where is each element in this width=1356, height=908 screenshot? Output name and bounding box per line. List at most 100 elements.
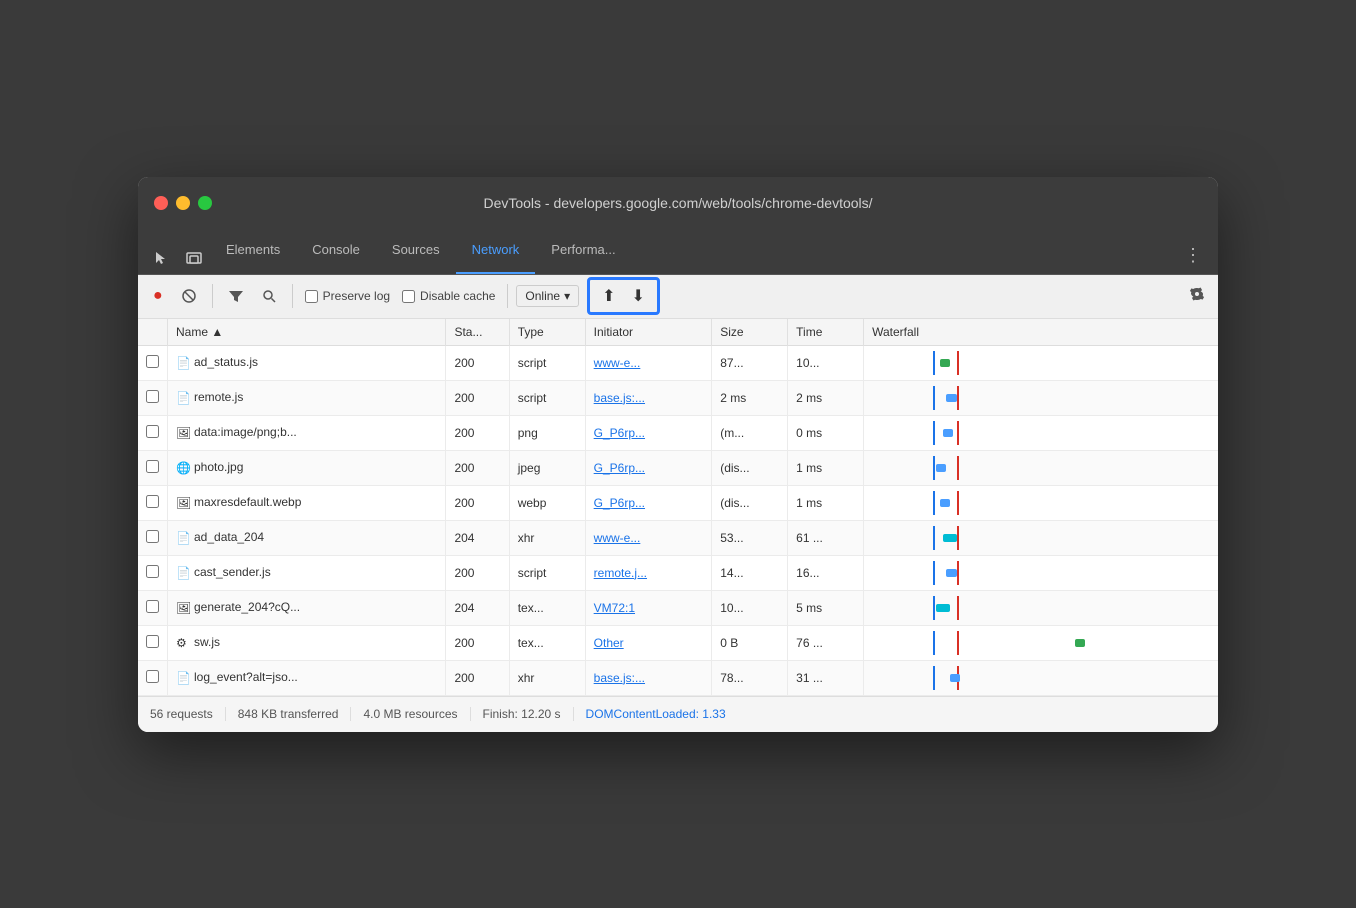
initiator-link[interactable]: G_P6rp... [594,461,645,475]
row-initiator[interactable]: www-e... [585,345,712,380]
network-toolbar: ● Preserve log Disable cache [138,275,1218,319]
table-row[interactable]: 🖼generate_204?cQ... 204 tex... VM72:1 10… [138,590,1218,625]
traffic-lights [154,196,212,210]
initiator-link[interactable]: www-e... [594,356,641,370]
maximize-button[interactable] [198,196,212,210]
table-row[interactable]: 🌐photo.jpg 200 jpeg G_P6rp... (dis... 1 … [138,450,1218,485]
row-initiator[interactable]: VM72:1 [585,590,712,625]
col-header-waterfall[interactable]: Waterfall [864,319,1218,346]
row-waterfall [864,345,1218,380]
online-dropdown[interactable]: Online ▾ [516,285,579,307]
col-header-initiator[interactable]: Initiator [585,319,712,346]
row-checkbox[interactable] [138,345,168,380]
initiator-link[interactable]: VM72:1 [594,601,635,615]
initiator-link[interactable]: G_P6rp... [594,496,645,510]
waterfall-red-line [957,351,959,375]
tab-performance[interactable]: Performa... [535,228,631,274]
initiator-link[interactable]: base.js:... [594,391,645,405]
initiator-link[interactable]: remote.j... [594,566,647,580]
waterfall-red-line [957,526,959,550]
row-checkbox[interactable] [138,415,168,450]
row-waterfall [864,660,1218,695]
table-row[interactable]: ⚙sw.js 200 tex... Other 0 B 76 ... [138,625,1218,660]
table-row[interactable]: 🖼data:image/png;b... 200 png G_P6rp... (… [138,415,1218,450]
row-checkbox[interactable] [138,520,168,555]
table-row[interactable]: 📄log_event?alt=jso... 200 xhr base.js:..… [138,660,1218,695]
initiator-link[interactable]: base.js:... [594,671,645,685]
cursor-icon-btn[interactable] [146,242,178,274]
minimize-button[interactable] [176,196,190,210]
waterfall-bar-container [872,386,1210,410]
row-checkbox[interactable] [138,450,168,485]
settings-button[interactable] [1184,281,1210,312]
close-button[interactable] [154,196,168,210]
initiator-link[interactable]: www-e... [594,531,641,545]
row-status: 204 [446,590,509,625]
initiator-link[interactable]: G_P6rp... [594,426,645,440]
preserve-log-checkbox[interactable]: Preserve log [305,289,390,303]
row-status: 200 [446,625,509,660]
table-row[interactable]: 🖼maxresdefault.webp 200 webp G_P6rp... (… [138,485,1218,520]
row-initiator[interactable]: Other [585,625,712,660]
row-name: 🖼data:image/png;b... [168,415,446,450]
row-initiator[interactable]: base.js:... [585,380,712,415]
responsive-icon-btn[interactable] [178,242,210,274]
col-header-status[interactable]: Sta... [446,319,509,346]
col-header-size[interactable]: Size [712,319,788,346]
resources-size: 4.0 MB resources [351,707,470,721]
table-row[interactable]: 📄ad_data_204 204 xhr www-e... 53... 61 .… [138,520,1218,555]
row-type: xhr [509,660,585,695]
tab-elements[interactable]: Elements [210,228,296,274]
row-status: 200 [446,555,509,590]
tab-network[interactable]: Network [456,228,536,274]
row-initiator[interactable]: www-e... [585,520,712,555]
row-initiator[interactable]: G_P6rp... [585,450,712,485]
col-header-type[interactable]: Type [509,319,585,346]
search-button[interactable] [255,284,284,309]
row-checkbox[interactable] [138,555,168,590]
devtools-tab-bar: Elements Console Sources Network Perform… [138,229,1218,275]
tab-console[interactable]: Console [296,228,376,274]
row-checkbox[interactable] [138,625,168,660]
waterfall-red-line [957,596,959,620]
download-icon[interactable]: ⬇ [632,286,645,306]
transferred-size: 848 KB transferred [226,707,352,721]
row-initiator[interactable]: G_P6rp... [585,485,712,520]
row-time: 5 ms [788,590,864,625]
row-status: 200 [446,660,509,695]
requests-count: 56 requests [150,707,226,721]
dom-content-loaded: DOMContentLoaded: 1.33 [574,707,738,721]
row-checkbox[interactable] [138,380,168,415]
col-header-name[interactable]: Name ▲ [168,319,446,346]
row-initiator[interactable]: G_P6rp... [585,415,712,450]
row-checkbox[interactable] [138,660,168,695]
waterfall-bar-container [872,491,1210,515]
upload-icon[interactable]: ⬆ [602,286,615,306]
waterfall-bar [1075,639,1085,647]
clear-button[interactable] [174,283,204,309]
waterfall-bar [946,394,956,402]
row-checkbox[interactable] [138,485,168,520]
initiator-link[interactable]: Other [594,636,624,650]
upload-download-box: ⬆ ⬇ [587,277,660,315]
tab-sources[interactable]: Sources [376,228,456,274]
table-row[interactable]: 📄ad_status.js 200 script www-e... 87... … [138,345,1218,380]
row-initiator[interactable]: remote.j... [585,555,712,590]
row-type: script [509,345,585,380]
filter-button[interactable] [221,283,251,309]
more-tabs-button[interactable]: ⋮ [1176,237,1210,274]
disable-cache-checkbox[interactable]: Disable cache [402,289,495,303]
col-header-time[interactable]: Time [788,319,864,346]
row-type: jpeg [509,450,585,485]
row-checkbox[interactable] [138,590,168,625]
file-type-icon: 🖼 [176,601,190,615]
table-row[interactable]: 📄remote.js 200 script base.js:... 2 ms 2… [138,380,1218,415]
row-initiator[interactable]: base.js:... [585,660,712,695]
table-row[interactable]: 📄cast_sender.js 200 script remote.j... 1… [138,555,1218,590]
separator-2 [292,284,293,308]
waterfall-bar-container [872,526,1210,550]
record-button[interactable]: ● [146,282,170,310]
row-waterfall [864,450,1218,485]
row-size: 10... [712,590,788,625]
waterfall-bar-container [872,561,1210,585]
